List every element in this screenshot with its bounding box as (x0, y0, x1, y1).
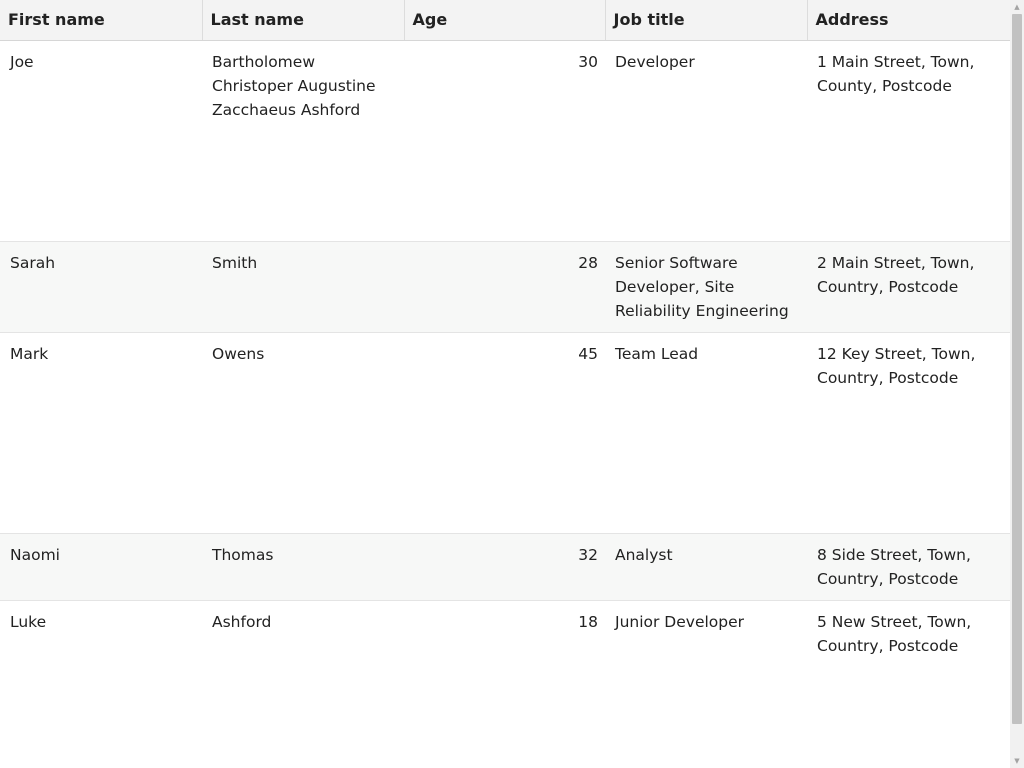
cell-age: 45 (404, 332, 605, 534)
table-body: Joe Bartholomew Christoper Augustine Zac… (0, 40, 1010, 667)
cell-last-name: Bartholomew Christoper Augustine Zacchae… (202, 40, 404, 242)
column-header-address[interactable]: Address (807, 0, 1010, 41)
cell-first-name: Mark (0, 332, 202, 534)
people-table: First name Last name Age Job title Addre… (0, 0, 1010, 667)
column-header-age[interactable]: Age (404, 0, 606, 41)
cell-job-title: Team Lead (605, 332, 807, 534)
cell-first-name: Joe (0, 40, 202, 242)
cell-job-title: Senior Software Developer, Site Reliabil… (605, 241, 807, 333)
cell-job-title: Analyst (605, 533, 807, 601)
table-header: First name Last name Age Job title Addre… (0, 0, 1010, 41)
scrollbar-thumb[interactable] (1012, 14, 1022, 724)
cell-last-name: Smith (202, 241, 404, 333)
cell-first-name: Naomi (0, 533, 202, 601)
table-row: Sarah Smith 28 Senior Software Developer… (0, 241, 1010, 333)
table-row: Luke Ashford 18 Junior Developer 5 New S… (0, 600, 1010, 667)
cell-job-title: Developer (605, 40, 807, 242)
vertical-scrollbar[interactable]: ▲ ▼ (1010, 0, 1024, 768)
scroll-up-arrow-icon[interactable]: ▲ (1010, 0, 1024, 14)
cell-address: 8 Side Street, Town, Country, Postcode (807, 533, 1010, 601)
cell-address: 12 Key Street, Town, Country, Postcode (807, 332, 1010, 534)
cell-age: 32 (404, 533, 605, 601)
cell-last-name: Ashford (212, 612, 272, 631)
table-row: Joe Bartholomew Christoper Augustine Zac… (0, 40, 1010, 242)
cell-last-name: Owens (202, 332, 404, 534)
column-header-last-name[interactable]: Last name (202, 0, 405, 41)
cell-job-title: Junior Developer (615, 612, 745, 631)
header-row: First name Last name Age Job title Addre… (0, 0, 1010, 41)
cell-age: 28 (404, 241, 605, 333)
cell-address: 5 New Street, Town, Country, Postcode (817, 612, 972, 655)
cell-age: 30 (404, 40, 605, 242)
table-row: Naomi Thomas 32 Analyst 8 Side Street, T… (0, 533, 1010, 601)
column-header-job-title[interactable]: Job title (605, 0, 808, 41)
column-header-first-name[interactable]: First name (0, 0, 203, 41)
cell-age: 18 (578, 612, 598, 631)
scroll-down-arrow-icon[interactable]: ▼ (1010, 754, 1024, 768)
cell-first-name: Luke (10, 612, 47, 631)
cell-address: 1 Main Street, Town, County, Postcode (807, 40, 1010, 242)
table-container: First name Last name Age Job title Addre… (0, 0, 1010, 768)
cell-last-name: Thomas (202, 533, 404, 601)
cell-address: 2 Main Street, Town, Country, Postcode (807, 241, 1010, 333)
page-viewport: First name Last name Age Job title Addre… (0, 0, 1024, 768)
cell-first-name: Sarah (0, 241, 202, 333)
table-row: Mark Owens 45 Team Lead 12 Key Street, T… (0, 332, 1010, 534)
